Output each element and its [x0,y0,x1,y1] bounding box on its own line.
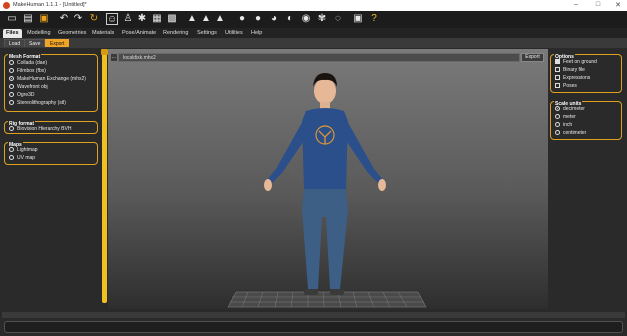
rotate-icon[interactable]: ◉ [300,13,312,25]
left-view-icon[interactable]: ● [252,13,264,25]
minimize-button[interactable]: – [568,1,584,8]
radio-lightmap[interactable]: Lightmap [9,147,38,154]
redo-icon[interactable]: ↷ [72,13,84,25]
tab-rendering[interactable]: Rendering [160,29,191,38]
grid-icon[interactable]: ▦ [151,13,163,25]
radio-uv-map[interactable]: UV map [9,155,35,162]
tab-materials[interactable]: Materials [89,29,117,38]
options-group: Options Feet on ground Binary file Expre… [550,54,622,93]
radio-ogre3d[interactable]: Ogre3D [9,92,35,99]
zoom-slider-handle[interactable] [101,49,108,55]
browse-button[interactable]: ... [110,53,118,62]
load-icon[interactable]: ▣ [38,13,50,25]
left-panel: Mesh Format Collada (dae) Filmbox (fbx) … [4,49,100,317]
zoom-slider-track[interactable] [102,49,107,303]
undo-icon[interactable]: ↶ [58,13,70,25]
front-view-icon[interactable]: ▲ [186,13,198,25]
tab-utilities[interactable]: Utilities [222,29,246,38]
pose-icon[interactable]: ✱ [136,13,148,25]
export-button[interactable]: Export [521,53,544,62]
main-tab-bar: Files Modelling Geometries Materials Pos… [0,28,627,38]
title-bar: MakeHuman 1.1.1 - [Untitled]* – □ ✕ [0,0,627,11]
rig-format-group: Rig format Biovision Hierarchy BVH [4,121,98,134]
new-icon[interactable]: ▭ [6,13,18,25]
sub-tab-bar: Load Save Export [0,38,627,48]
checker-icon[interactable]: ▩ [166,13,178,25]
save-icon[interactable]: ▤ [22,13,34,25]
close-button[interactable]: ✕ [610,1,626,9]
radio-bvh[interactable]: Biovision Hierarchy BVH [9,126,71,133]
tab-modelling[interactable]: Modelling [24,29,54,38]
maps-group: Maps Lightmap UV map [4,142,98,165]
mesh-format-group: Mesh Format Collada (dae) Filmbox (fbx) … [4,54,98,112]
check-expressions[interactable]: Expressions [555,75,590,82]
subtab-load[interactable]: Load [4,39,26,47]
check-poses[interactable]: Poses [555,83,577,90]
tab-geometries[interactable]: Geometries [55,29,89,38]
maximize-button[interactable]: □ [590,1,606,8]
wireframe-icon[interactable]: ♙ [122,13,134,25]
tab-files[interactable]: Files [3,29,22,38]
tab-settings[interactable]: Settings [194,29,220,38]
check-binary-file[interactable]: Binary file [555,67,585,74]
radio-meter[interactable]: meter [555,114,576,121]
right-view-icon[interactable]: ◕ [268,13,280,25]
tab-pose-animate[interactable]: Pose/Animate [119,29,159,38]
help-icon[interactable]: ? [368,13,380,25]
check-feet-on-ground[interactable]: Feet on ground [555,59,597,66]
smooth-icon[interactable]: ☺ [106,13,118,25]
radio-decimeter[interactable]: decimeter [555,106,585,113]
tab-help[interactable]: Help [248,29,265,38]
ground-grid [227,291,427,308]
camera-icon[interactable]: ▣ [352,13,364,25]
top-view-icon[interactable]: ● [236,13,248,25]
symmetry-icon[interactable]: ◌ [332,13,344,25]
subtab-save[interactable]: Save [24,39,46,47]
3d-viewport[interactable] [108,49,548,309]
reset-icon[interactable]: ↻ [88,13,100,25]
export-path-input[interactable]: localdisk.mhx2 [118,53,520,62]
radio-stl[interactable]: Stereolithography (stl) [9,100,66,107]
back-view-icon[interactable]: ▲ [200,13,212,25]
skeleton-icon[interactable]: ✾ [316,13,328,25]
radio-obj[interactable]: Wavefront obj [9,84,48,91]
human-model [227,73,427,308]
status-bar [4,321,623,333]
radio-collada[interactable]: Collada (dae) [9,60,47,67]
subtab-export[interactable]: Export [45,39,70,47]
main-toolbar: ▭ ▤ ▣ ↶ ↷ ↻ ☺ ♙ ✱ ▦ ▩ ▲ ▲ ▲ ● ● ◕ ◐ ◉ ✾ … [0,11,627,28]
bottom-view-icon[interactable]: ◐ [284,13,296,25]
radio-mhx2[interactable]: MakeHuman Exchange (mhx2) [9,76,86,83]
window-title: MakeHuman 1.1.1 - [Untitled]* [13,2,87,8]
horizontal-scrollbar[interactable] [2,312,625,318]
app-logo-icon [3,2,10,9]
side-view-icon[interactable]: ▲ [214,13,226,25]
radio-fbx[interactable]: Filmbox (fbx) [9,68,46,75]
radio-centimeter[interactable]: centimeter [555,130,586,137]
scale-units-group: Scale units decimeter meter inch centime… [550,101,622,140]
radio-inch[interactable]: inch [555,122,572,129]
